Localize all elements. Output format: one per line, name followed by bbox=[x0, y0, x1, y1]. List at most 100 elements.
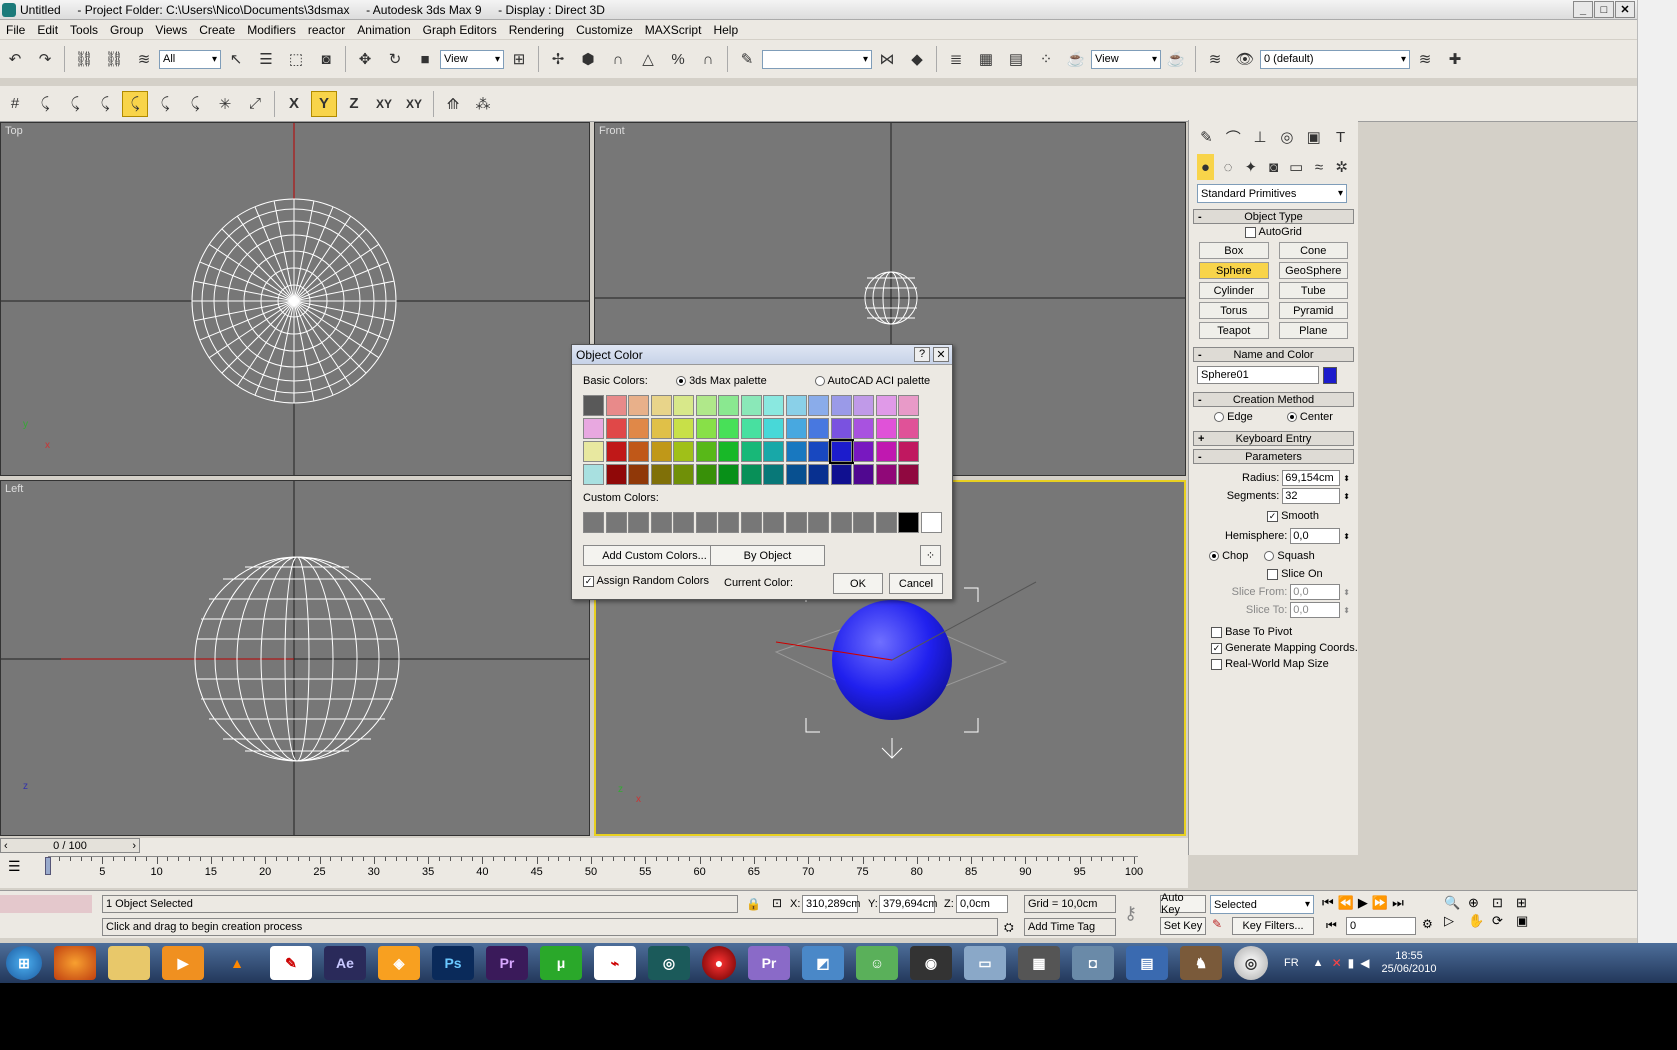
move-icon[interactable]: ✥ bbox=[352, 46, 378, 72]
start-button-icon[interactable]: ⊞ bbox=[6, 946, 42, 980]
auto-key-button[interactable]: Auto Key bbox=[1160, 892, 1206, 916]
autogrid-checkbox[interactable] bbox=[1245, 226, 1257, 238]
custom-swatch[interactable] bbox=[830, 512, 852, 533]
snap-xy-icon[interactable]: ⤢ bbox=[242, 91, 268, 117]
cancel-button[interactable]: Cancel bbox=[889, 573, 943, 594]
palette-swatch[interactable] bbox=[898, 418, 919, 439]
palette-swatch[interactable] bbox=[853, 418, 874, 439]
snap-edge-icon[interactable]: ⤹ bbox=[62, 91, 88, 117]
palette-swatch[interactable] bbox=[650, 464, 672, 485]
maximize-icon[interactable]: □ bbox=[1594, 1, 1614, 18]
utilities-tab-icon[interactable]: T bbox=[1331, 124, 1350, 150]
palette-aci-radio[interactable] bbox=[815, 376, 825, 387]
curve-editor-icon[interactable]: ▦ bbox=[973, 46, 999, 72]
snap-options-icon[interactable]: ✳ bbox=[212, 91, 238, 117]
radius-input[interactable]: 69,154cm bbox=[1282, 470, 1341, 486]
palette-swatch[interactable] bbox=[853, 464, 874, 485]
time-slider-prev-icon[interactable]: ‹ bbox=[4, 840, 8, 852]
palette-swatch[interactable] bbox=[830, 395, 852, 416]
palette-swatch[interactable] bbox=[650, 395, 672, 416]
time-config-icon[interactable]: ⚙ bbox=[1422, 917, 1433, 931]
undo-icon[interactable]: ↶ bbox=[2, 46, 28, 72]
slice-from-input[interactable]: 0,0 bbox=[1290, 584, 1341, 600]
color-picker-icon[interactable]: ⁘ bbox=[920, 545, 941, 566]
set-key-icon[interactable]: ⚷ bbox=[1124, 903, 1137, 924]
object-color-swatch[interactable] bbox=[1323, 366, 1337, 384]
menu-modifiers[interactable]: Modifiers bbox=[241, 23, 302, 37]
palette-swatch[interactable] bbox=[650, 418, 672, 439]
display-tab-icon[interactable]: ▣ bbox=[1304, 124, 1323, 150]
bind-space-warp-icon[interactable]: ≋ bbox=[131, 46, 157, 72]
palette-swatch[interactable] bbox=[898, 441, 919, 462]
palette-swatch[interactable] bbox=[740, 441, 762, 462]
goto-end-icon[interactable]: ⏭ bbox=[1392, 895, 1404, 911]
name-color-rollout[interactable]: - Name and Color bbox=[1193, 347, 1354, 362]
lock-selection-icon[interactable]: 🔒 bbox=[746, 897, 761, 911]
layer-visibility-icon[interactable]: 👁 bbox=[1232, 46, 1258, 72]
menu-help[interactable]: Help bbox=[707, 23, 744, 37]
custom-swatch[interactable] bbox=[785, 512, 807, 533]
next-frame-icon[interactable]: ⏩ bbox=[1372, 895, 1388, 911]
slice-to-spinner-icon[interactable]: ⬍ bbox=[1343, 606, 1350, 615]
zoom-extents-all-icon[interactable]: ⊞ bbox=[1516, 895, 1538, 911]
parameters-rollout[interactable]: - Parameters bbox=[1193, 449, 1354, 464]
create-layer-icon[interactable]: ≋ bbox=[1412, 46, 1438, 72]
motion-tab-icon[interactable]: ◎ bbox=[1277, 124, 1296, 150]
align-icon-2[interactable]: ⟰ bbox=[440, 91, 466, 117]
z-coordinate[interactable]: 0,0cm bbox=[956, 895, 1008, 913]
edit-named-selection-icon[interactable]: ✎ bbox=[734, 46, 760, 72]
array-icon[interactable]: ⁂ bbox=[470, 91, 496, 117]
custom-swatch[interactable] bbox=[673, 512, 694, 533]
keyboard-entry-rollout[interactable]: + Keyboard Entry bbox=[1193, 431, 1354, 446]
palette-swatch[interactable] bbox=[673, 418, 694, 439]
quick-render-icon[interactable]: ☕ bbox=[1163, 46, 1189, 72]
custom-swatch[interactable] bbox=[740, 512, 762, 533]
axis-xy-button[interactable]: XY bbox=[371, 91, 397, 117]
prev-frame-icon[interactable]: ⏪ bbox=[1338, 895, 1354, 911]
palette-swatch[interactable] bbox=[763, 395, 784, 416]
slice-to-input[interactable]: 0,0 bbox=[1290, 602, 1341, 618]
custom-swatch[interactable] bbox=[695, 512, 717, 533]
zoom-all-icon[interactable]: ⊕ bbox=[1468, 895, 1490, 911]
box-button[interactable]: Box bbox=[1199, 242, 1269, 259]
object-type-rollout[interactable]: - Object Type bbox=[1193, 209, 1354, 224]
palette-swatch[interactable] bbox=[718, 418, 739, 439]
scale-icon[interactable]: ■ bbox=[412, 46, 438, 72]
palette-swatch[interactable] bbox=[628, 441, 649, 462]
menu-edit[interactable]: Edit bbox=[31, 23, 64, 37]
palette-swatch[interactable] bbox=[673, 395, 694, 416]
palette-swatch[interactable] bbox=[695, 418, 717, 439]
palette-swatch[interactable] bbox=[875, 395, 897, 416]
mirror-icon[interactable]: ⋈ bbox=[874, 46, 900, 72]
palette-swatch[interactable] bbox=[828, 439, 854, 464]
palette-swatch[interactable] bbox=[808, 418, 829, 439]
modify-tab-icon[interactable]: ⌒ bbox=[1224, 124, 1243, 150]
dvd-icon[interactable]: ◎ bbox=[1234, 946, 1268, 980]
dialog-close-icon[interactable]: ✕ bbox=[933, 347, 949, 362]
maximize-viewport-icon[interactable]: ▣ bbox=[1516, 913, 1538, 929]
dialog-help-button[interactable]: ? bbox=[914, 347, 930, 362]
palette-swatch[interactable] bbox=[628, 418, 649, 439]
palette-swatch[interactable] bbox=[763, 464, 784, 485]
palette-swatch[interactable] bbox=[875, 464, 897, 485]
office-icon[interactable]: ◈ bbox=[378, 946, 420, 980]
menu-animation[interactable]: Animation bbox=[351, 23, 416, 37]
zoom-icon[interactable]: 🔍 bbox=[1444, 895, 1466, 911]
by-object-button[interactable]: By Object bbox=[710, 545, 825, 566]
geosphere-button[interactable]: GeoSphere bbox=[1278, 262, 1348, 279]
zoom-extents-icon[interactable]: ⊡ bbox=[1492, 895, 1514, 911]
geometry-icon[interactable]: ● bbox=[1197, 154, 1214, 180]
assign-random-checkbox[interactable]: ✓ bbox=[583, 575, 594, 587]
messenger-icon[interactable]: ☺ bbox=[856, 946, 898, 980]
rect-selection-icon[interactable]: ⬚ bbox=[283, 46, 309, 72]
palette-swatch[interactable] bbox=[785, 464, 807, 485]
radius-spinner-icon[interactable]: ⬍ bbox=[1343, 474, 1350, 483]
custom-swatch[interactable] bbox=[898, 512, 919, 533]
axis-xy-cycle-button[interactable]: XY bbox=[401, 91, 427, 117]
viewport-left[interactable]: Left z bbox=[0, 480, 590, 836]
x-coordinate[interactable]: 310,289cm bbox=[802, 895, 860, 913]
menu-views[interactable]: Views bbox=[149, 23, 193, 37]
chop-radio[interactable] bbox=[1209, 551, 1219, 562]
palette-swatch[interactable] bbox=[695, 464, 717, 485]
minimize-icon[interactable]: _ bbox=[1573, 1, 1593, 18]
